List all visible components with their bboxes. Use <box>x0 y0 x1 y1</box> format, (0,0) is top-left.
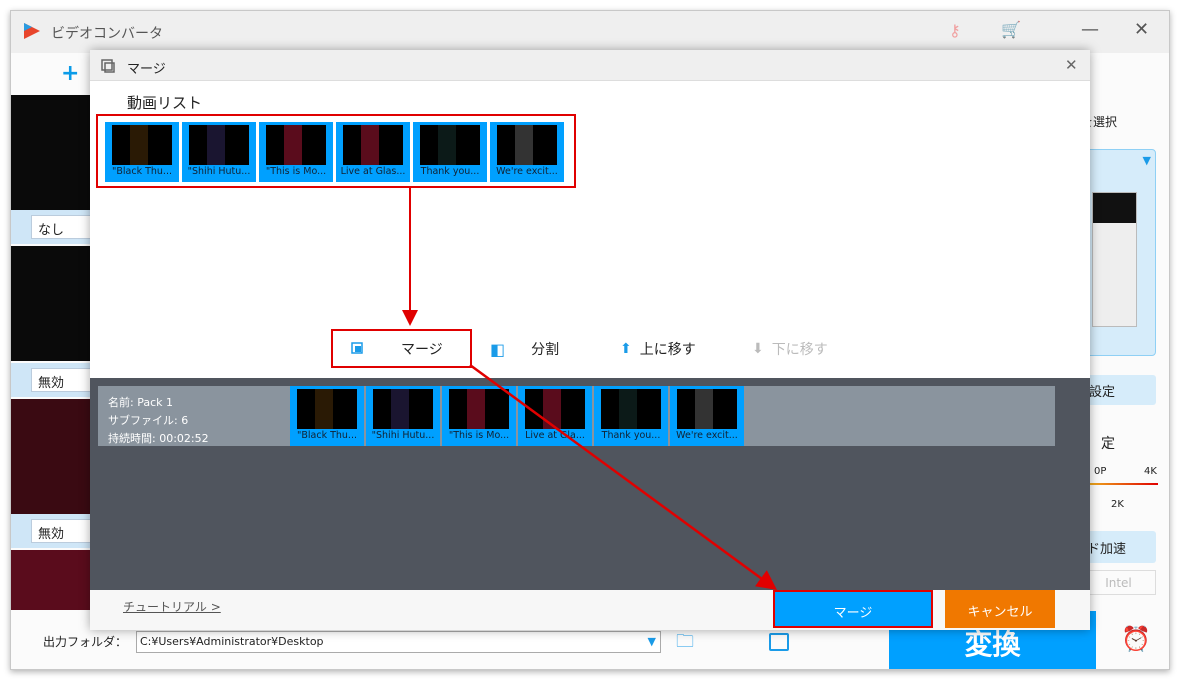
minimize-button[interactable]: — <box>1081 19 1099 40</box>
thumbnail-image <box>497 125 557 165</box>
video-thumbnail[interactable]: We're excit... <box>490 122 564 182</box>
video-folder-icon[interactable] <box>769 633 789 651</box>
merge-dialog: マージ ✕ 動画リスト "Black Thu... "Shihi Hutu... "… <box>90 50 1090 630</box>
pack-info: 名前: Pack 1 サブファイル: 6 持続時間: 00:02:52 <box>108 396 209 445</box>
key-icon[interactable]: ⚷ <box>949 21 961 40</box>
thumbnail-image <box>677 389 737 429</box>
output-folder-label: 出力フォルダ： <box>43 635 128 649</box>
dialog-close-button[interactable]: ✕ <box>1065 56 1078 74</box>
app-title: ビデオコンバータ <box>51 26 163 42</box>
thumbnail-image <box>525 389 585 429</box>
move-down-button[interactable]: ⬇ 下に移す <box>752 340 828 358</box>
thumbnail-caption: We're excit... <box>676 430 738 441</box>
move-up-button[interactable]: ⬆ 上に移す <box>620 340 696 358</box>
subtitle-select[interactable]: 無効 <box>31 519 91 543</box>
thumbnail-image <box>343 125 403 165</box>
split-icon: ◧ <box>490 339 506 359</box>
thumbnail-image <box>297 389 357 429</box>
video-thumbnail[interactable] <box>11 399 91 514</box>
thumbnail-image <box>449 389 509 429</box>
thumbnail-image <box>420 125 480 165</box>
intel-checkbox[interactable]: Intel <box>1081 570 1156 595</box>
video-thumbnail[interactable]: "This is Mo... <box>442 386 516 446</box>
thumbnail-image <box>266 125 326 165</box>
video-thumbnail[interactable]: "This is Mo... <box>259 122 333 182</box>
video-thumbnail[interactable]: "Shihi Hutu... <box>182 122 256 182</box>
dialog-title-bar: マージ ✕ <box>90 50 1090 81</box>
video-thumbnail[interactable] <box>11 550 91 610</box>
slider-label-right: 4K <box>1144 466 1157 477</box>
thumbnail-image <box>112 125 172 165</box>
video-thumbnail[interactable]: "Black Thu... <box>105 122 179 182</box>
slider-label-mid: 2K <box>1111 499 1124 510</box>
merge-icon <box>351 342 363 354</box>
merge-tool-button[interactable]: マージ <box>351 340 443 358</box>
format-icon <box>1092 192 1137 327</box>
slider-label-left: 0P <box>1094 466 1107 477</box>
dialog-footer: チュートリアル > マージ キャンセル <box>90 590 1090 630</box>
thumbnail-image <box>189 125 249 165</box>
video-list-title: 動画リスト <box>127 94 203 112</box>
thumbnail-caption: We're excit... <box>496 166 558 177</box>
thumbnail-caption: Thank you... <box>420 166 480 177</box>
alarm-clock-icon[interactable]: ⏰ <box>1121 625 1151 653</box>
video-thumbnail[interactable]: Thank you... <box>594 386 668 446</box>
thumbnail-image <box>601 389 661 429</box>
thumbnail-caption: "Shihi Hutu... <box>371 430 435 441</box>
split-button[interactable]: ◧ 分割 <box>490 339 559 359</box>
video-thumbnail[interactable]: Thank you... <box>413 122 487 182</box>
thumbnail-caption: Live at Glas... <box>340 166 406 177</box>
output-format-selector[interactable]: ▼ <box>1081 149 1156 356</box>
thumbnail-caption: Thank you... <box>601 430 661 441</box>
quality-label: 定 <box>1101 436 1115 452</box>
tutorial-link[interactable]: チュートリアル > <box>123 598 221 615</box>
close-button[interactable]: ✕ <box>1134 19 1149 40</box>
video-thumbnail[interactable]: Live at Glas... <box>336 122 410 182</box>
merge-list-area: 名前: Pack 1 サブファイル: 6 持続時間: 00:02:52 "Black… <box>90 378 1090 590</box>
title-bar: ビデオコンバータ ⚷ 🛒 — ✕ <box>11 11 1169 53</box>
thumbnail-caption: "This is Mo... <box>448 430 510 441</box>
dialog-title: マージ <box>127 62 166 77</box>
arrow-up-icon: ⬆ <box>620 341 632 357</box>
settings-button[interactable]: 設定 <box>1081 375 1156 405</box>
subtitle-select[interactable]: なし <box>31 215 91 239</box>
cart-icon[interactable]: 🛒 <box>1001 20 1021 39</box>
video-thumbnail[interactable] <box>11 246 91 361</box>
video-thumbnail[interactable]: Live at Gla... <box>518 386 592 446</box>
arrow-down-icon: ⬇ <box>752 341 764 357</box>
video-thumbnail[interactable]: "Shihi Hutu... <box>366 386 440 446</box>
merge-button[interactable]: マージ <box>773 590 933 628</box>
folder-icon[interactable]: 🗀 <box>676 629 694 659</box>
thumbnail-caption: "Black Thu... <box>297 430 357 441</box>
add-files-button[interactable]: + <box>61 61 79 86</box>
quality-slider[interactable] <box>1081 483 1158 485</box>
thumbnail-caption: "This is Mo... <box>265 166 327 177</box>
merge-icon <box>101 59 115 73</box>
thumbnail-image <box>373 389 433 429</box>
output-folder-input[interactable]: C:¥Users¥Administrator¥Desktop ▼ <box>136 631 661 653</box>
subtitle-row: 無効 <box>11 514 91 548</box>
subtitle-row: 無効 <box>11 363 91 397</box>
subtitle-row: なし <box>11 210 91 244</box>
subtitle-select[interactable]: 無効 <box>31 368 91 392</box>
cancel-button[interactable]: キャンセル <box>945 590 1055 628</box>
app-logo-icon <box>24 23 40 39</box>
video-thumbnail[interactable] <box>11 95 91 210</box>
video-thumbnail[interactable]: We're excit... <box>670 386 744 446</box>
video-thumbnail[interactable]: "Black Thu... <box>290 386 364 446</box>
thumbnail-caption: "Black Thu... <box>112 166 172 177</box>
chevron-down-icon: ▼ <box>1142 154 1151 167</box>
thumbnail-caption: "Shihi Hutu... <box>187 166 251 177</box>
chevron-down-icon[interactable]: ▼ <box>648 635 656 648</box>
hardware-accel-button[interactable]: ド加速 <box>1081 531 1156 563</box>
thumbnail-caption: Live at Gla... <box>525 430 585 441</box>
pack-row[interactable]: 名前: Pack 1 サブファイル: 6 持続時間: 00:02:52 "Black… <box>98 386 1055 446</box>
